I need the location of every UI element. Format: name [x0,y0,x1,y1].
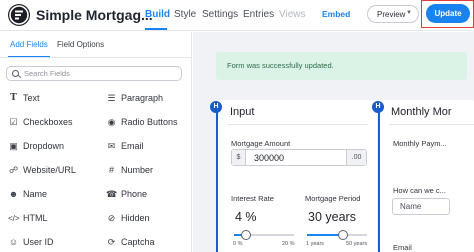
monthly-section[interactable] [379,100,474,252]
mortgage-period-min: 1 years [306,241,325,247]
field-label: Paragraph [121,93,164,103]
field-label: Radio Buttons [121,117,178,127]
section-marker-line [216,112,218,252]
nav-entries[interactable]: Entries [243,9,274,20]
tab-add-fields[interactable]: Add Fields [10,40,48,49]
update-button[interactable]: Update [426,4,470,23]
tab-field-options[interactable]: Field Options [57,40,104,49]
currency-prefix: $ [232,150,246,165]
mortgage-period-slider-handle[interactable] [338,230,348,240]
nav-views[interactable]: Views [279,9,306,20]
dropdown-icon: ▣ [9,141,18,151]
chevron-down-icon[interactable]: ⌵ [126,9,133,20]
phone-icon: ☎ [106,189,118,199]
field-label: Hidden [121,213,150,223]
nav-style[interactable]: Style [174,9,196,20]
formidable-logo-icon[interactable] [8,4,30,26]
captcha-icon: ⟳ [107,237,116,247]
email-label: Email [393,243,412,252]
field-label: User ID [23,237,54,247]
interest-rate-max: 20 % [282,241,295,247]
form-name[interactable]: Simple Mortgag... [36,7,153,23]
name-field[interactable]: Name [392,198,450,215]
section-title: Monthly Mor [391,106,452,118]
mortgage-amount-label: Mortgage Amount [231,139,291,148]
radio-icon: ◉ [107,117,116,127]
chevron-down-icon: ▼ [406,10,412,16]
mortgage-period-max: 50 years [346,241,368,247]
active-tab-indicator [145,28,167,30]
field-label: Phone [121,189,148,199]
fields-sidebar: Add Fields Field Options Search Fields T… [0,32,192,252]
mortgage-amount-value: 300000 [254,153,285,163]
paragraph-icon: ☰ [107,93,116,103]
divider [228,124,368,125]
email-icon: ✉ [107,141,116,151]
user-icon: ☻ [8,189,19,199]
interest-rate-display: 4 % [235,210,257,224]
success-message: Form was successfully updated. [227,61,334,70]
field-label: Email [121,141,144,151]
interest-rate-slider-handle[interactable] [241,230,251,240]
field-label: Name [23,189,48,199]
name-placeholder: Name [400,202,422,211]
search-fields-input[interactable]: Search Fields [6,66,182,81]
field-label: Dropdown [23,141,65,151]
interest-rate-min: 0 % [233,241,243,247]
field-label: Checkboxes [23,117,73,127]
text-icon: T [10,93,17,103]
field-label: HTML [23,213,48,223]
search-placeholder: Search Fields [24,69,70,78]
input-section[interactable] [217,100,377,252]
mortgage-period-label: Mortgage Period [305,194,361,203]
mortgage-period-display: 30 years [308,210,356,224]
checkbox-icon: ☑ [9,117,18,127]
top-bar: Simple Mortgag... ⌵ Build Style Settings… [0,0,474,31]
section-marker-line [378,112,380,252]
divider [0,57,191,58]
hidden-icon: ⊘ [107,213,116,223]
link-icon: ☍ [8,165,19,175]
interest-rate-label: Interest Rate [231,194,274,203]
decimal-suffix: .00 [346,150,366,165]
monthly-payment-label: Monthly Paym... [393,139,447,148]
number-icon: # [108,165,114,175]
code-icon: </> [8,214,20,223]
nav-settings[interactable]: Settings [202,9,238,20]
mortgage-amount-field[interactable]: $ 300000 .00 [231,149,367,166]
nav-build[interactable]: Build [145,9,170,20]
user-id-icon: ☺ [8,237,19,247]
embed-button[interactable]: Embed [322,9,350,19]
field-label: Website/URL [23,165,76,175]
question-label: How can we c... [393,186,446,195]
field-label: Number [121,165,154,175]
heading-badge[interactable]: H [372,101,384,113]
preview-label: Preview [377,10,406,19]
preview-button[interactable]: Preview ▼ [367,5,419,23]
field-label: Text [23,93,40,103]
search-icon [12,70,19,77]
success-notice: Form was successfully updated. [216,52,467,80]
divider [389,124,474,125]
heading-badge[interactable]: H [210,101,222,113]
field-label: Captcha [121,237,155,247]
section-title: Input [230,106,255,118]
